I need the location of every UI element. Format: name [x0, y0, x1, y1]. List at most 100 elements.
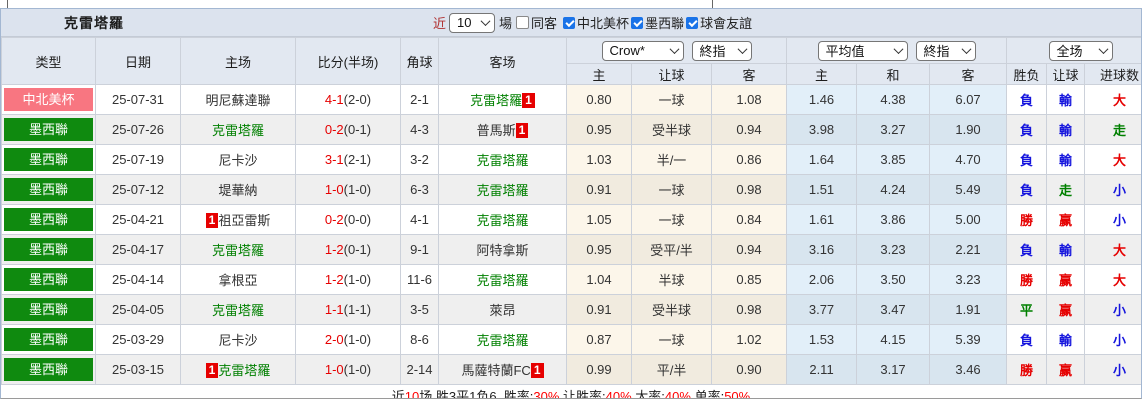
euro-stage-select[interactable]: 終指	[915, 40, 976, 61]
fulltime-score: 2-0	[324, 332, 344, 347]
summary-text: 近	[391, 389, 405, 399]
asian-handicap-cell: 半/一	[631, 144, 712, 175]
euro-home-odds-cell: 3.16	[786, 234, 858, 265]
sub-header-winloss: 胜负	[1006, 63, 1048, 85]
euro-away-odds-cell: 4.70	[929, 144, 1008, 175]
panel-titlebar: 克雷塔羅 近 10 場 同客 中北美杯 墨西聯 球會友誼	[1, 9, 1141, 37]
asian-away-odds-cell: 0.84	[710, 204, 788, 235]
asian-handicap-cell: 一球	[631, 84, 712, 115]
date-cell: 25-04-17	[95, 234, 181, 265]
result-scope-value: 全场	[1056, 44, 1083, 59]
corner-cell: 4-1	[400, 204, 439, 235]
matches-table: 类型 日期 主场 比分(半场) 角球 客场 Crow* 終指 平均值 終指 全场…	[1, 37, 1141, 385]
checkbox-checked-icon[interactable]	[563, 16, 576, 29]
euro-bookmaker-value: 平均值	[825, 44, 865, 59]
filter-checkbox-label[interactable]: 中北美杯	[577, 13, 629, 32]
team-name: 克雷塔羅	[218, 363, 271, 378]
euro-home-odds-cell: 1.46	[786, 84, 858, 115]
euro-home-odds-cell: 2.11	[786, 354, 858, 385]
asian-away-odds-cell: 0.94	[710, 114, 788, 145]
table-row: 墨西聯 25-07-12 堤華納 1-0(1-0) 6-3 克雷塔羅 0.91 …	[1, 174, 1141, 205]
asian-bookmaker-select[interactable]: Crow*	[601, 40, 684, 61]
home-team-cell: 克雷塔羅	[180, 294, 296, 325]
match-history-panel: 克雷塔羅 近 10 場 同客 中北美杯 墨西聯 球會友誼 类型 日期 主场 比分(半场…	[0, 8, 1142, 399]
handicap-result-cell: 輸	[1046, 234, 1086, 265]
fulltime-score: 1-0	[324, 362, 344, 377]
asian-handicap-cell: 平/半	[631, 354, 712, 385]
filter-checkbox-label[interactable]: 同客	[531, 13, 557, 32]
league-cell: 墨西聯	[1, 114, 96, 145]
col-header-date: 日期	[95, 37, 181, 85]
filter-checkbox-1[interactable]: 中北美杯	[563, 13, 629, 32]
date-cell: 25-07-19	[95, 144, 181, 175]
asian-away-odds-cell: 0.85	[710, 264, 788, 295]
filter-checkbox-label[interactable]: 墨西聯	[645, 13, 684, 32]
checkbox-unchecked-icon[interactable]	[516, 15, 530, 29]
euro-away-odds-cell: 5.39	[929, 324, 1008, 355]
checkbox-checked-icon[interactable]	[631, 16, 644, 29]
sub-header-goals: 进球数	[1084, 63, 1141, 85]
checkbox-checked-icon[interactable]	[686, 16, 699, 29]
asian-away-odds-cell: 0.98	[710, 174, 788, 205]
team-name: 克雷塔羅	[476, 183, 529, 198]
league-badge: 墨西聯	[4, 118, 93, 141]
sub-header-euro-home: 主	[786, 63, 858, 85]
divider-tick	[7, 0, 8, 8]
asian-stage-value: 終指	[699, 44, 726, 59]
league-badge: 墨西聯	[4, 148, 93, 171]
goals-result-cell: 小	[1084, 294, 1141, 325]
team-name: 萊昂	[489, 303, 516, 318]
sub-header-asian-away: 客	[710, 63, 788, 85]
filter-checkbox-3[interactable]: 球會友誼	[686, 13, 752, 32]
sub-header-euro-draw: 和	[856, 63, 931, 85]
euro-bookmaker-select[interactable]: 平均值	[817, 40, 908, 61]
asian-home-odds-cell: 0.91	[566, 174, 632, 205]
corner-cell: 4-3	[400, 114, 439, 145]
goals-result-cell: 大	[1084, 264, 1141, 295]
asian-stage-select[interactable]: 終指	[691, 40, 752, 61]
goals-result-cell: 小	[1084, 174, 1141, 205]
league-cell: 墨西聯	[1, 234, 96, 265]
summary-footer: 近10场,胜3平1负6, 胜率:30% 让胜率:40% 大率:40% 单率:50…	[1, 385, 1141, 399]
col-header-score: 比分(半场)	[295, 37, 401, 85]
date-cell: 25-03-29	[95, 324, 181, 355]
team-title: 克雷塔羅	[64, 14, 124, 31]
filter-checkbox-0[interactable]: 同客	[516, 13, 557, 32]
date-cell: 25-07-26	[95, 114, 181, 145]
winloss-result-cell: 勝	[1006, 354, 1048, 385]
halftime-score: (0-1)	[343, 122, 372, 137]
home-team-cell: 1 克雷塔羅	[180, 354, 296, 385]
league-cell: 墨西聯	[1, 174, 96, 205]
team-name: 堤華納	[218, 183, 258, 198]
asian-home-odds-cell: 0.95	[566, 114, 632, 145]
fulltime-score: 1-2	[324, 242, 344, 257]
table-row: 墨西聯 25-04-17 克雷塔羅 1-2(0-1) 9-1 阿特拿斯 0.95…	[1, 234, 1141, 265]
filter-checkbox-2[interactable]: 墨西聯	[631, 13, 684, 32]
euro-home-odds-cell: 1.51	[786, 174, 858, 205]
team-name: 克雷塔羅	[211, 303, 264, 318]
euro-draw-odds-cell: 3.47	[856, 294, 931, 325]
summary-stat-value: 30%	[533, 389, 560, 399]
match-count-select[interactable]: 10	[449, 12, 496, 33]
euro-home-odds-cell: 1.53	[786, 324, 858, 355]
team-name: 克雷塔羅	[476, 153, 529, 168]
result-scope-select[interactable]: 全场	[1048, 40, 1113, 61]
home-team-cell: 尼卡沙	[180, 144, 296, 175]
asian-handicap-cell: 一球	[631, 204, 712, 235]
league-badge: 墨西聯	[4, 358, 93, 381]
away-team-cell: 普馬斯 1	[438, 114, 567, 145]
league-badge: 墨西聯	[4, 178, 93, 201]
euro-away-odds-cell: 3.23	[929, 264, 1008, 295]
chevron-down-icon	[961, 44, 971, 55]
team-name: 祖亞雷斯	[218, 213, 271, 228]
home-team-cell: 明尼蘇達聯	[180, 84, 296, 115]
team-name: 馬薩特蘭FC	[461, 363, 531, 378]
red-card-badge: 1	[515, 123, 529, 138]
league-badge: 墨西聯	[4, 298, 93, 321]
league-badge: 中北美杯	[4, 88, 93, 111]
filter-checkbox-label[interactable]: 球會友誼	[700, 13, 752, 32]
goals-result-cell: 小	[1084, 204, 1141, 235]
handicap-result-cell: 赢	[1046, 204, 1086, 235]
euro-home-odds-cell: 3.77	[786, 294, 858, 325]
away-team-cell: 克雷塔羅	[438, 324, 567, 355]
